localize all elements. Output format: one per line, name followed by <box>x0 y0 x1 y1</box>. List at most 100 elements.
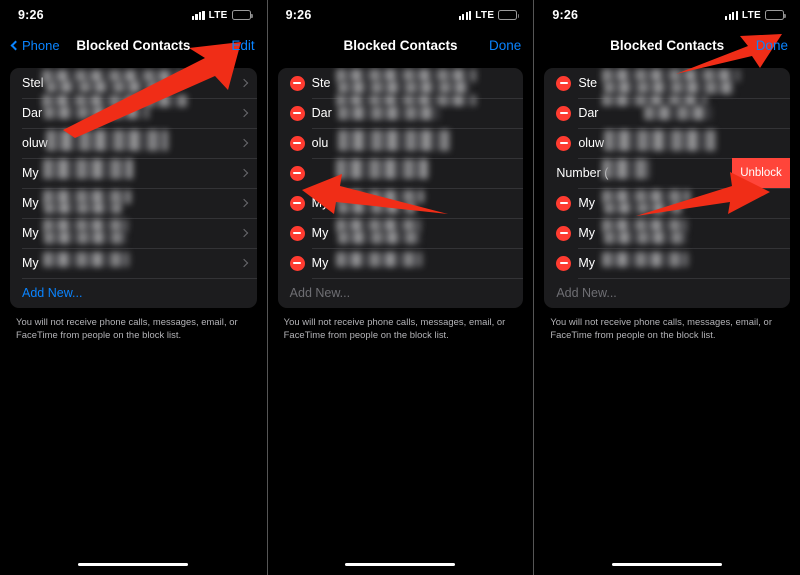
edit-button[interactable]: Edit <box>231 38 254 53</box>
delete-minus-icon[interactable] <box>289 225 305 241</box>
delete-minus-icon[interactable] <box>556 75 572 91</box>
battery-icon <box>764 10 786 20</box>
redaction-blur <box>337 202 416 214</box>
contact-name: Number ( <box>556 166 609 180</box>
blocked-contacts-list: Ste Dar olu My My My Add New... <box>277 68 524 308</box>
contact-name: Stel <box>22 76 44 90</box>
battery-icon <box>231 10 253 20</box>
redaction-blur <box>335 159 428 179</box>
table-row[interactable]: Dar <box>544 95 790 128</box>
delete-minus-icon[interactable] <box>556 105 572 121</box>
home-indicator[interactable] <box>78 562 189 566</box>
delete-minus-icon[interactable] <box>289 255 305 271</box>
redaction-blur <box>604 130 717 151</box>
chevron-left-icon <box>10 40 21 50</box>
table-row[interactable]: My <box>544 188 790 218</box>
screenshot-triptych: 9:26 LTE Phone Blocked Contacts Edit Ste… <box>0 0 800 575</box>
contact-name: oluw <box>578 136 605 150</box>
home-indicator[interactable] <box>612 562 723 566</box>
redaction-blur <box>337 81 470 94</box>
home-indicator[interactable] <box>345 562 456 566</box>
list-footer-note: You will not receive phone calls, messag… <box>550 316 772 341</box>
contact-name: My <box>22 226 39 240</box>
redaction-blur <box>44 106 149 119</box>
redaction-blur <box>44 231 126 244</box>
redaction-blur <box>42 70 182 83</box>
panel-view-mode: 9:26 LTE Phone Blocked Contacts Edit Ste… <box>0 0 267 575</box>
redaction-blur <box>335 190 424 203</box>
chevron-right-icon <box>239 138 248 148</box>
delete-minus-icon[interactable] <box>289 165 305 181</box>
table-row[interactable]: My <box>544 248 790 278</box>
table-row[interactable]: My <box>278 188 524 218</box>
contact-name: oluw <box>22 136 48 150</box>
table-row[interactable]: Dar <box>278 95 524 128</box>
delete-minus-icon[interactable] <box>556 225 572 241</box>
contact-name: My <box>22 196 39 210</box>
table-row[interactable]: Ste <box>278 68 524 98</box>
nav-bar: Blocked Contacts Done <box>534 30 800 60</box>
redaction-blur <box>335 252 422 267</box>
table-row[interactable]: Stel <box>10 68 257 98</box>
table-row[interactable] <box>278 158 524 188</box>
contact-name: Ste <box>311 76 331 90</box>
table-row[interactable]: My <box>544 218 790 248</box>
panel-edit-mode: 9:26 LTE Blocked Contacts Done Ste Dar o… <box>266 0 534 575</box>
table-row[interactable]: My <box>10 248 257 278</box>
table-row[interactable]: oluw <box>10 128 257 158</box>
table-row[interactable]: My <box>10 218 257 248</box>
delete-minus-icon[interactable] <box>556 135 572 151</box>
table-row[interactable]: My <box>10 158 257 188</box>
table-row[interactable]: My <box>10 188 257 218</box>
delete-minus-icon[interactable] <box>289 105 305 121</box>
network-label: LTE <box>475 9 495 21</box>
network-label: LTE <box>741 9 761 21</box>
delete-minus-icon[interactable] <box>289 75 305 91</box>
contact-name: My <box>311 196 329 210</box>
chevron-right-icon <box>239 168 248 178</box>
status-bar-time: 9:26 <box>552 8 579 22</box>
contact-name: My <box>578 256 595 270</box>
status-bar: 9:26 LTE <box>0 0 267 30</box>
table-row[interactable]: olu <box>278 128 524 158</box>
chevron-right-icon <box>239 228 248 238</box>
redaction-blur <box>644 106 713 120</box>
table-row[interactable]: oluw <box>544 128 790 158</box>
contact-name: My <box>578 196 595 210</box>
redaction-blur <box>43 159 133 179</box>
status-bar-indicators: LTE <box>458 9 520 21</box>
redaction-blur <box>337 130 450 151</box>
contact-name: My <box>578 226 595 240</box>
signal-bars-icon <box>191 10 205 20</box>
list-footer-note: You will not receive phone calls, messag… <box>283 316 506 341</box>
redaction-blur <box>43 219 128 232</box>
redaction-blur <box>604 231 687 244</box>
network-label: LTE <box>208 9 228 21</box>
add-new-button[interactable]: Add New... <box>10 278 257 308</box>
table-row[interactable]: My <box>278 218 524 248</box>
status-bar: 9:26 LTE <box>534 0 800 30</box>
contact-name: Dar <box>311 106 332 120</box>
add-new-button[interactable]: Add New... <box>544 278 790 308</box>
done-button[interactable]: Done <box>756 38 788 53</box>
back-button-phone[interactable]: Phone <box>10 38 60 53</box>
table-row[interactable]: Ste <box>544 68 790 98</box>
redaction-blur <box>602 190 691 203</box>
table-row[interactable]: My <box>278 248 524 278</box>
redaction-blur <box>46 81 171 93</box>
contact-name: olu <box>311 136 329 150</box>
delete-minus-icon[interactable] <box>289 135 305 151</box>
delete-minus-icon[interactable] <box>556 255 572 271</box>
chevron-right-icon <box>239 258 248 268</box>
add-new-button[interactable]: Add New... <box>278 278 524 308</box>
status-bar-time: 9:26 <box>285 8 312 22</box>
contact-name: My <box>22 166 39 180</box>
table-row[interactable]: Dar <box>10 95 257 128</box>
redaction-blur <box>602 219 688 232</box>
delete-minus-icon[interactable] <box>289 195 305 211</box>
done-button[interactable]: Done <box>489 38 521 53</box>
unblock-button[interactable]: Unblock <box>731 158 790 188</box>
contact-name: My <box>22 256 39 270</box>
table-row-swiped[interactable]: Number ( Unblock <box>544 158 790 188</box>
delete-minus-icon[interactable] <box>556 195 572 211</box>
